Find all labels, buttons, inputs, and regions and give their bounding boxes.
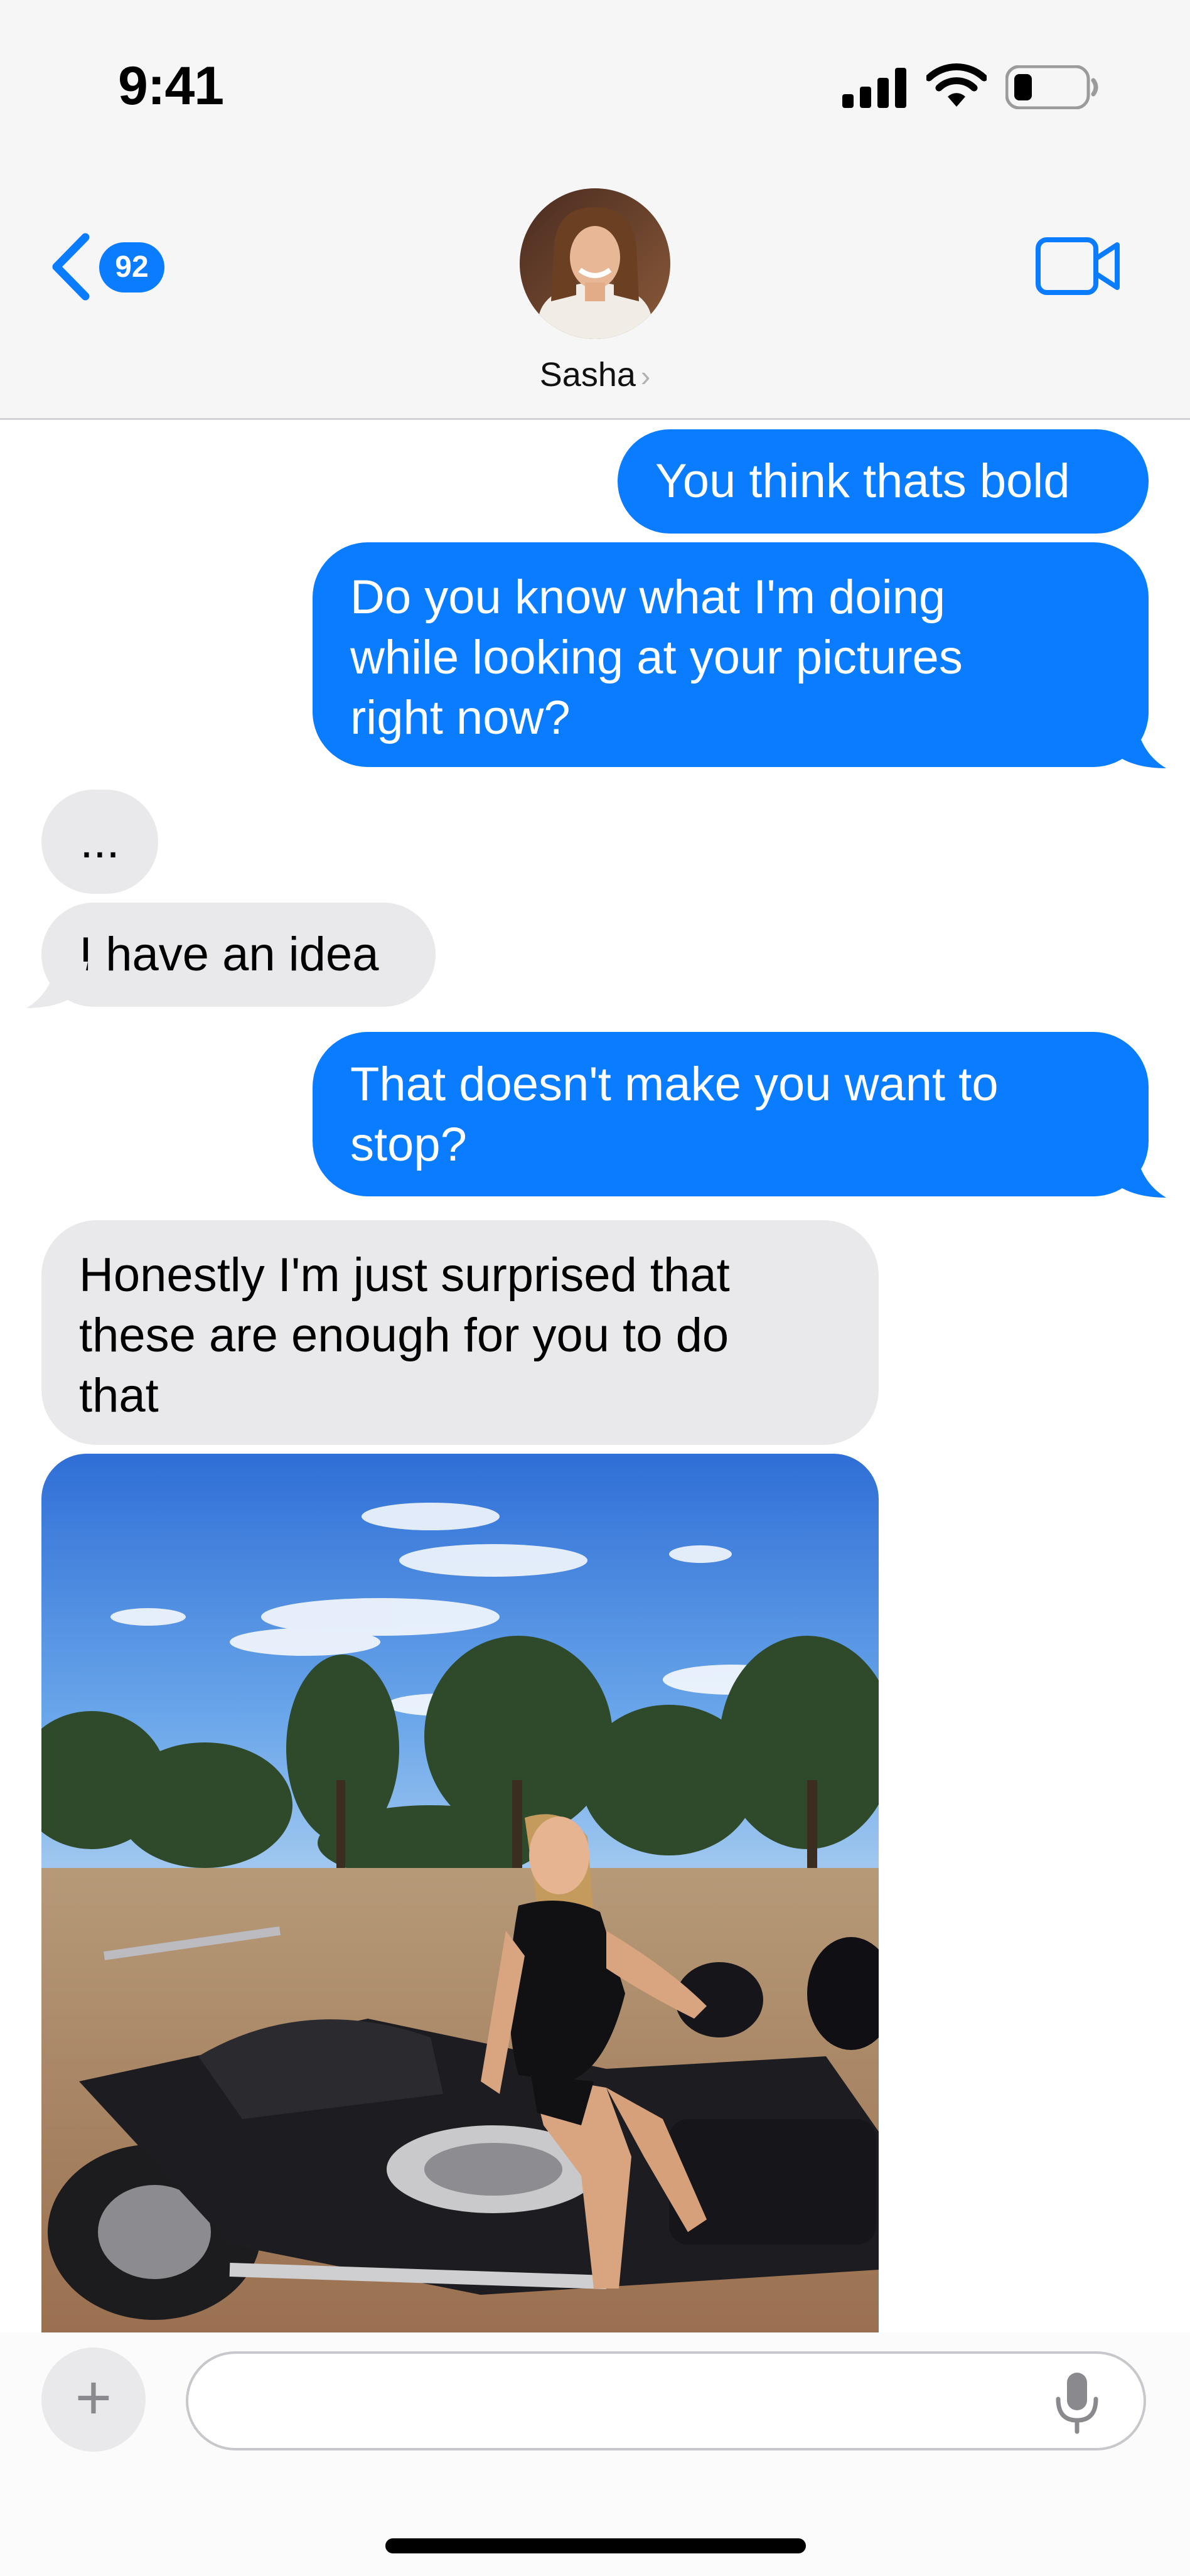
contact-name: Sasha bbox=[539, 356, 636, 394]
wifi-icon bbox=[926, 63, 987, 107]
message-text: ... bbox=[80, 815, 120, 868]
contact-info-chevron-icon: › bbox=[640, 360, 651, 392]
message-text-line: right now? bbox=[350, 691, 571, 744]
avatar-image bbox=[520, 188, 670, 339]
message-input[interactable] bbox=[213, 2366, 1057, 2437]
message-text-line: Do you know what I'm doing bbox=[350, 571, 946, 624]
message-text-line: these are enough for you to do bbox=[79, 1309, 729, 1362]
conversation-header: 9:41 92 Sasha › bbox=[0, 0, 1190, 420]
photo-attachment[interactable] bbox=[41, 1454, 879, 2332]
contact-avatar[interactable] bbox=[520, 188, 670, 339]
message-text-line: that bbox=[79, 1369, 159, 1422]
video-call-icon[interactable] bbox=[1036, 237, 1121, 295]
outgoing-message[interactable]: That doesn't make you want to stop? bbox=[313, 1032, 1149, 1196]
message-text-line: Honestly I'm just surprised that bbox=[79, 1248, 730, 1302]
unread-count-badge: 92 bbox=[99, 242, 164, 292]
bubble-tail bbox=[26, 962, 88, 1008]
message-text: I have an idea bbox=[79, 928, 379, 981]
plus-icon: + bbox=[75, 2363, 112, 2433]
back-button[interactable]: 92 bbox=[49, 227, 174, 303]
incoming-message[interactable]: I have an idea bbox=[41, 903, 436, 1007]
outgoing-message[interactable]: You think thats bold bbox=[618, 429, 1149, 534]
add-attachment-button[interactable]: + bbox=[41, 2348, 146, 2452]
microphone-icon[interactable] bbox=[1054, 2371, 1100, 2434]
message-text-line: stop? bbox=[350, 1118, 467, 1171]
message-input-field[interactable] bbox=[186, 2351, 1146, 2450]
battery-icon bbox=[1005, 65, 1098, 109]
message-text: You think thats bold bbox=[655, 454, 1070, 508]
message-text-line: while looking at your pictures bbox=[350, 631, 963, 684]
bubble-tail bbox=[1105, 1151, 1166, 1198]
home-indicator[interactable] bbox=[385, 2538, 806, 2553]
photo-image bbox=[41, 1454, 879, 2332]
outgoing-message[interactable]: Do you know what I'm doing while looking… bbox=[313, 542, 1149, 767]
incoming-message[interactable]: Honestly I'm just surprised that these a… bbox=[41, 1220, 879, 1445]
message-text-line: That doesn't make you want to bbox=[350, 1058, 999, 1111]
bubble-tail bbox=[1105, 722, 1166, 768]
incoming-message[interactable]: ... bbox=[41, 790, 158, 894]
contact-name-button[interactable]: Sasha › bbox=[0, 355, 1190, 394]
cellular-signal-icon bbox=[842, 68, 906, 108]
chevron-left-icon bbox=[52, 233, 90, 301]
status-time: 9:41 bbox=[118, 56, 224, 116]
